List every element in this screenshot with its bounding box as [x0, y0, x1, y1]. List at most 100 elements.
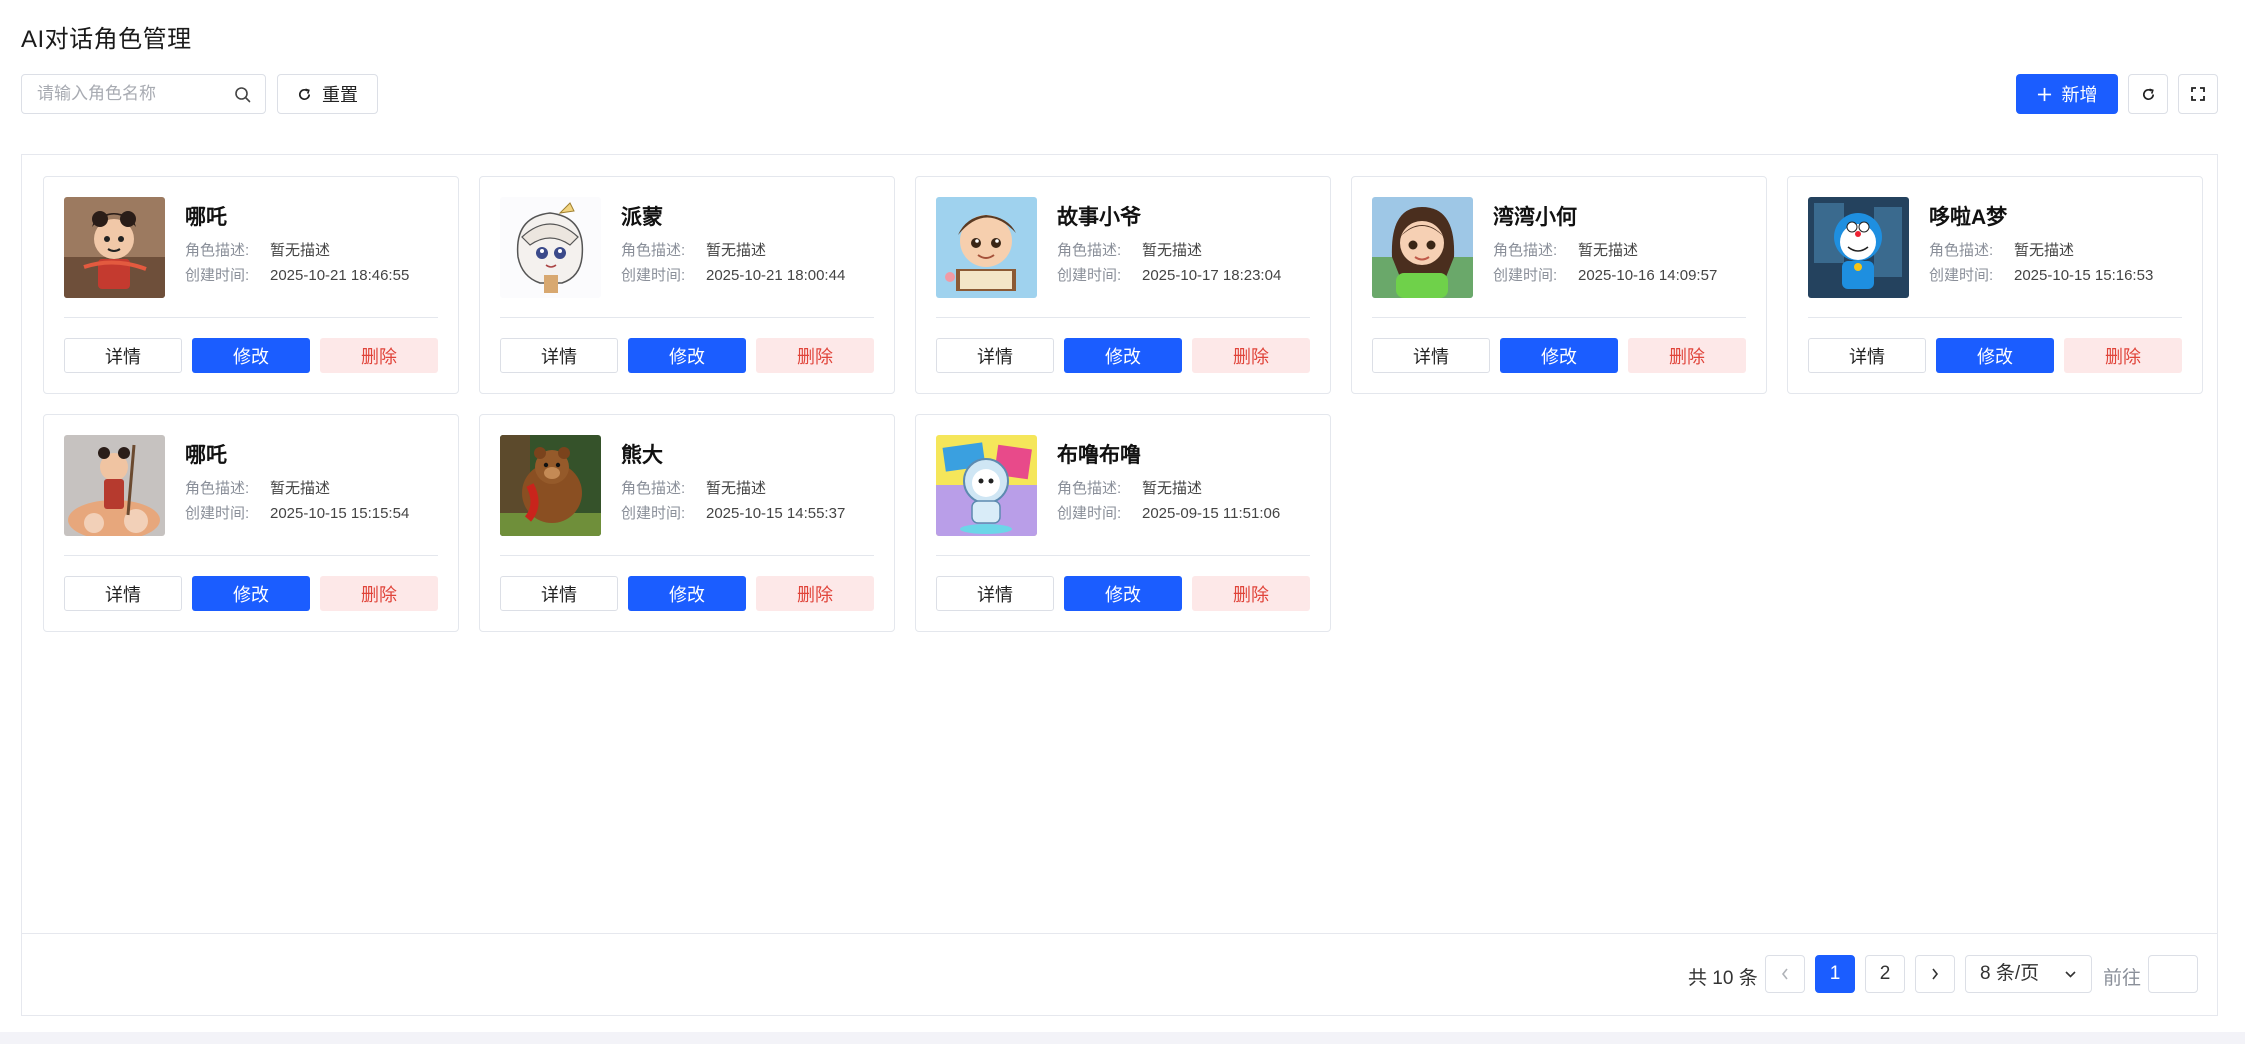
add-button[interactable]: 新增 — [2016, 74, 2118, 114]
search-input[interactable] — [22, 75, 227, 113]
chevron-left-icon — [1781, 968, 1788, 980]
role-card: 派蒙 角色描述: 暂无描述 创建时间: 2025-10-21 18:00:44 详情… — [479, 176, 895, 394]
created-time-label: 创建时间: — [1057, 267, 1122, 284]
created-time-value: 2025-10-15 14:55:37 — [706, 505, 846, 522]
page-2-button[interactable]: 2 — [1865, 955, 1905, 993]
role-description: 角色描述: 暂无描述 — [1057, 239, 1202, 260]
delete-button[interactable]: 删除 — [1192, 576, 1310, 611]
edit-button[interactable]: 修改 — [1500, 338, 1618, 373]
detail-button[interactable]: 详情 — [500, 338, 618, 373]
refresh-button[interactable] — [2128, 74, 2168, 114]
edit-button[interactable]: 修改 — [1064, 338, 1182, 373]
edit-button[interactable]: 修改 — [192, 576, 310, 611]
edit-button[interactable]: 修改 — [1936, 338, 2054, 373]
description-label: 角色描述: — [185, 480, 250, 497]
created-time-label: 创建时间: — [621, 505, 686, 522]
description-value: 暂无描述 — [706, 242, 767, 259]
delete-button[interactable]: 删除 — [2064, 338, 2182, 373]
page-size-select[interactable]: 8 条/页 — [1965, 955, 2092, 993]
description-label: 角色描述: — [621, 480, 686, 497]
created-time-label: 创建时间: — [1929, 267, 1994, 284]
description-label: 角色描述: — [1929, 242, 1994, 259]
delete-button[interactable]: 删除 — [756, 338, 874, 373]
edit-button[interactable]: 修改 — [628, 576, 746, 611]
role-name: 布噜布噜 — [1057, 444, 1141, 467]
card-divider — [1372, 317, 1746, 318]
role-name: 哪吒 — [185, 444, 227, 467]
role-description: 角色描述: 暂无描述 — [1057, 477, 1202, 498]
fullscreen-button[interactable] — [2178, 74, 2218, 114]
role-name: 哪吒 — [185, 206, 227, 229]
description-label: 角色描述: — [1057, 480, 1122, 497]
detail-button[interactable]: 详情 — [64, 338, 182, 373]
card-divider — [64, 317, 438, 318]
description-value: 暂无描述 — [1142, 480, 1203, 497]
role-created-time: 创建时间: 2025-09-15 11:51:06 — [1057, 502, 1280, 523]
edit-button[interactable]: 修改 — [1064, 576, 1182, 611]
card-divider — [1808, 317, 2182, 318]
description-value: 暂无描述 — [270, 242, 331, 259]
edit-button[interactable]: 修改 — [628, 338, 746, 373]
detail-button[interactable]: 详情 — [936, 576, 1054, 611]
fullscreen-icon — [2191, 87, 2205, 101]
card-divider — [500, 317, 874, 318]
delete-button[interactable]: 删除 — [320, 576, 438, 611]
detail-button[interactable]: 详情 — [1372, 338, 1490, 373]
card-divider — [936, 555, 1310, 556]
reset-label: 重置 — [322, 85, 358, 105]
chevron-down-icon — [2065, 971, 2076, 978]
role-card: 故事小爷 角色描述: 暂无描述 创建时间: 2025-10-17 18:23:04 … — [915, 176, 1331, 394]
reset-button[interactable]: 重置 — [277, 74, 378, 114]
page-1-button[interactable]: 1 — [1815, 955, 1855, 993]
created-time-value: 2025-10-17 18:23:04 — [1142, 267, 1282, 284]
role-created-time: 创建时间: 2025-10-21 18:00:44 — [621, 264, 845, 285]
description-value: 暂无描述 — [706, 480, 767, 497]
paimon-avatar — [500, 197, 601, 298]
created-time-value: 2025-10-16 14:09:57 — [1578, 267, 1718, 284]
created-time-value: 2025-10-21 18:00:44 — [706, 267, 846, 284]
card-divider — [936, 317, 1310, 318]
role-description: 角色描述: 暂无描述 — [1493, 239, 1638, 260]
role-description: 角色描述: 暂无描述 — [185, 477, 330, 498]
card-divider — [64, 555, 438, 556]
footer-divider — [22, 933, 2217, 934]
role-created-time: 创建时间: 2025-10-15 14:55:37 — [621, 502, 845, 523]
role-created-time: 创建时间: 2025-10-16 14:09:57 — [1493, 264, 1717, 285]
search-icon[interactable] — [234, 86, 251, 103]
goto-page-input[interactable] — [2148, 955, 2198, 993]
created-time-value: 2025-09-15 11:51:06 — [1142, 505, 1281, 522]
chevron-right-icon — [1932, 968, 1939, 980]
role-description: 角色描述: 暂无描述 — [621, 239, 766, 260]
edit-button[interactable]: 修改 — [192, 338, 310, 373]
role-created-time: 创建时间: 2025-10-15 15:16:53 — [1929, 264, 2153, 285]
role-card: 湾湾小何 角色描述: 暂无描述 创建时间: 2025-10-16 14:09:57 … — [1351, 176, 1767, 394]
detail-button[interactable]: 详情 — [936, 338, 1054, 373]
description-label: 角色描述: — [621, 242, 686, 259]
refresh-icon — [298, 88, 311, 100]
doraemon-avatar — [1808, 197, 1909, 298]
role-card: 哆啦A梦 角色描述: 暂无描述 创建时间: 2025-10-15 15:16:53 … — [1787, 176, 2203, 394]
storyteller-avatar — [936, 197, 1037, 298]
created-time-label: 创建时间: — [185, 505, 250, 522]
description-value: 暂无描述 — [1578, 242, 1639, 259]
detail-button[interactable]: 详情 — [1808, 338, 1926, 373]
role-card: 哪吒 角色描述: 暂无描述 创建时间: 2025-10-21 18:46:55 详情… — [43, 176, 459, 394]
delete-button[interactable]: 删除 — [756, 576, 874, 611]
detail-button[interactable]: 详情 — [64, 576, 182, 611]
delete-button[interactable]: 删除 — [320, 338, 438, 373]
role-name: 故事小爷 — [1057, 206, 1141, 229]
delete-button[interactable]: 删除 — [1628, 338, 1746, 373]
delete-button[interactable]: 删除 — [1192, 338, 1310, 373]
detail-button[interactable]: 详情 — [500, 576, 618, 611]
created-time-label: 创建时间: — [185, 267, 250, 284]
created-time-label: 创建时间: — [1057, 505, 1122, 522]
role-description: 角色描述: 暂无描述 — [621, 477, 766, 498]
role-name: 熊大 — [621, 444, 663, 467]
plus-icon — [2037, 87, 2051, 101]
search-box[interactable] — [21, 74, 266, 114]
nezha-avatar — [64, 197, 165, 298]
next-page-button[interactable] — [1915, 955, 1955, 993]
card-divider — [500, 555, 874, 556]
prev-page-button[interactable] — [1765, 955, 1805, 993]
description-value: 暂无描述 — [1142, 242, 1203, 259]
